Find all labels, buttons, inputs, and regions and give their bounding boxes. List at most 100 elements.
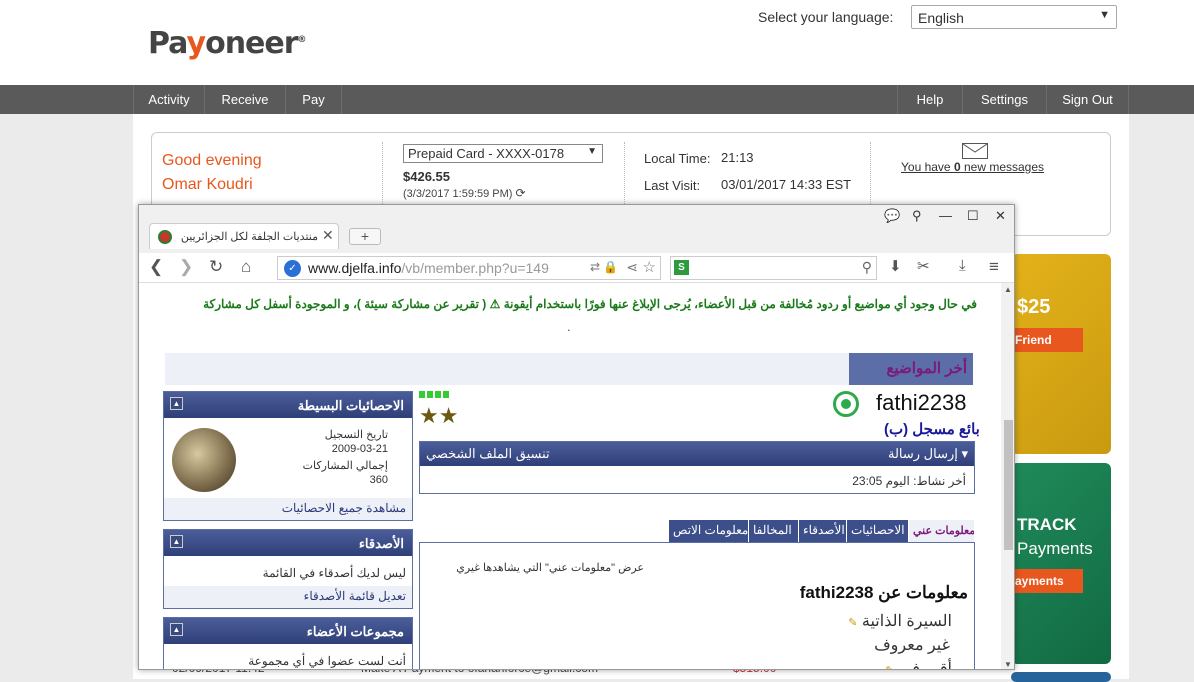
friends-empty: ليس لديك أصدقاء في القائمة [262,566,406,580]
pencil-icon[interactable]: ✎ [885,665,894,669]
bio-label-text: السيرة الذاتية [861,613,952,630]
tab-stats[interactable]: الاحصائيات [847,520,909,542]
profile-actions: إرسال رسالة ▾ تنسيق الملف الشخصي أخر نشا… [419,441,975,494]
pin-icon[interactable]: ⚲ [912,208,922,224]
search-engine-icon[interactable]: S [674,260,689,275]
refer-friend-promo[interactable]: $25 Friend [1011,254,1111,454]
browser-tab[interactable]: منتديات الجلفة لكل الجزائريين ✕ [149,223,339,249]
minimize-icon[interactable]: — [939,208,952,223]
send-message-button[interactable]: إرسال رسالة ▾ [888,446,968,462]
groups-title: مجموعات الأعضاء [306,624,404,639]
scroll-thumb[interactable] [1004,420,1013,550]
scroll-up-icon[interactable]: ▲ [1004,285,1012,294]
nav-activity[interactable]: Activity [133,85,204,114]
promo-button[interactable]: ayments [1011,569,1083,593]
share-icon[interactable]: ⋖ [626,259,638,276]
greeting: Good evening [162,152,262,169]
address-bar[interactable]: ✓ www.djelfa.info/vb/member.php?u=149 ⇄ … [277,256,661,280]
groups-header: ▲ مجموعات الأعضاء [164,618,412,644]
search-box[interactable]: S ⚲ [670,256,877,280]
all-stats-link[interactable]: مشاهدة جميع الاحصائيات [164,498,412,520]
forum-page: في حال وجود أي مواضيع أو ردود مُخالفة من… [139,283,1001,670]
lock-icon[interactable]: 🔒 [603,260,618,274]
balance-timestamp: (3/3/2017 1:59:59 PM) [403,188,513,200]
friends-title: الأصدقاء [358,536,404,551]
close-window-icon[interactable]: ✕ [995,208,1006,224]
scissors-icon[interactable]: ✂ [917,257,930,275]
envelope-icon[interactable] [962,143,988,159]
scroll-down-icon[interactable]: ▼ [1004,660,1012,669]
nav-settings[interactable]: Settings [962,85,1046,114]
tab-infractions[interactable]: المخالفا [749,520,799,542]
card-select[interactable]: Prepaid Card - XXXX-0178 ▼ [403,144,603,163]
friends-header: ▲ الأصدقاء [164,530,412,556]
chevron-down-icon: ▼ [1099,9,1110,21]
last-visit-label: Last Visit: [644,178,701,193]
scrollbar[interactable]: ▲ ▼ [1001,283,1014,669]
promo-amount: $25 [1017,296,1051,318]
reputation-bars [419,391,451,398]
messages-count: 0 [953,160,961,174]
star-icon[interactable]: ☆ [643,258,656,276]
feedback-icon[interactable]: 💬 [884,208,900,224]
last-visit-value: 03/01/2017 14:33 EST [721,177,852,192]
promo-banner[interactable] [1011,672,1111,682]
browser-window: 💬 ⚲ — ☐ ✕ منتديات الجلفة لكل الجزائريين … [138,204,1015,670]
download-icon[interactable]: ⤓ [959,257,966,274]
collapse-icon[interactable]: ▲ [170,397,183,410]
language-select[interactable]: English ▼ [911,5,1117,29]
back-icon[interactable]: ❮ [149,257,163,277]
edit-friends-link[interactable]: تعديل قائمة الأصدقاء [164,586,412,608]
balance: $426.55 [403,169,450,184]
tab-contact[interactable]: معلومات الاتص [669,520,749,542]
posts-value: 360 [369,474,388,486]
browser-toolbar: ❮ ❯ ↻ ⌂ ✓ www.djelfa.info/vb/member.php?… [139,253,1014,283]
nav-pay[interactable]: Pay [285,85,342,114]
translate-icon[interactable]: ⇄ [590,260,600,274]
maximize-icon[interactable]: ☐ [967,208,979,224]
promo-subtitle: Payments [1017,539,1093,558]
promo-button[interactable]: Friend [1011,328,1083,352]
language-label: Select your language: [758,9,894,25]
card-select-value: Prepaid Card - XXXX-0178 [408,146,565,161]
divider [624,142,625,206]
browser-titlebar: 💬 ⚲ — ☐ ✕ منتديات الجلفة لكل الجزائريين … [139,205,1014,253]
search-icon[interactable]: ⚲ [862,259,872,276]
tab-friends[interactable]: الأصدقاء [799,520,847,542]
forward-icon[interactable]: ❯ [179,257,193,277]
refresh-icon[interactable]: ⟳ [516,186,526,200]
profile-style-button[interactable]: تنسيق الملف الشخصي [426,446,550,462]
nav-sign-out[interactable]: Sign Out [1046,85,1129,114]
latest-topics-title[interactable]: أخر المواضيع [849,353,973,385]
payoneer-logo[interactable]: Payoneer® [148,26,307,61]
close-tab-icon[interactable]: ✕ [322,227,334,244]
divider [382,142,383,206]
capture-icon[interactable]: ⬇ [889,257,902,275]
nav-receive[interactable]: Receive [204,85,285,114]
nav-help[interactable]: Help [897,85,962,114]
menu-icon[interactable]: ≡ [989,257,999,277]
tab-title: منتديات الجلفة لكل الجزائريين [180,231,318,243]
reload-icon[interactable]: ↻ [209,257,223,277]
reg-label: تاريخ التسجيل [324,429,388,441]
divider [870,142,871,206]
verified-icon: ✓ [284,260,301,277]
pencil-icon[interactable]: ✎ [848,617,857,629]
track-payments-promo[interactable]: TRACK Payments ayments [1011,463,1111,664]
stats-header: ▲ الاحصائيات البسيطة [164,392,412,418]
residence-label-text: أقيم في [899,661,952,670]
messages-link[interactable]: You have 0 new messages [901,160,1044,174]
about-view-note[interactable]: عرض "معلومات عني" التي يشاهدها غيري [456,561,644,574]
new-tab-button[interactable]: + [349,228,381,245]
tab-about[interactable]: معلومات عني [909,520,975,542]
language-select-value: English [918,10,964,26]
profile-actions-header: إرسال رسالة ▾ تنسيق الملف الشخصي [420,442,974,466]
promo-title: TRACK [1017,515,1077,534]
collapse-icon[interactable]: ▲ [170,535,183,548]
profile-tabs: معلومات عني الاحصائيات الأصدقاء المخالفا… [669,520,975,542]
home-icon[interactable]: ⌂ [241,257,251,277]
forum-notice: في حال وجود أي مواضيع أو ردود مُخالفة من… [203,297,977,311]
collapse-icon[interactable]: ▲ [170,623,183,636]
about-panel: عرض "معلومات عني" التي يشاهدها غيري معلو… [419,542,975,670]
messages-prefix: You have [901,160,954,174]
